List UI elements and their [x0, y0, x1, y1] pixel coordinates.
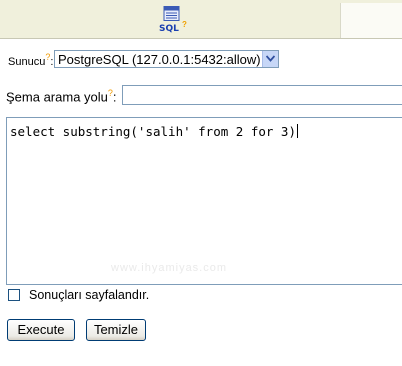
- text-caret: [296, 124, 298, 138]
- server-label: Sunucu: [8, 56, 46, 68]
- sql-query-textarea[interactable]: select substring('salih' from 2 for 3) w…: [6, 117, 402, 285]
- schema-label: Şema arama yolu: [6, 89, 108, 105]
- schema-label-colon: :: [112, 89, 117, 105]
- sql-icon: [163, 6, 181, 22]
- schema-search-path-input[interactable]: [122, 85, 402, 105]
- server-label-colon: :: [50, 56, 54, 68]
- sql-query-text: select substring('salih' from 2 for 3): [10, 124, 298, 139]
- sql-query-value: select substring('salih' from 2 for 3): [10, 124, 296, 139]
- help-icon[interactable]: ?: [182, 20, 187, 29]
- paginate-label[interactable]: Sonuçları sayfalandır.: [29, 288, 149, 302]
- clear-button[interactable]: Temizle: [86, 319, 146, 341]
- server-select-value: PostgreSQL (127.0.0.1:5432:allow): [58, 52, 261, 67]
- chevron-down-icon[interactable]: [262, 51, 278, 67]
- tab-sql-label: SQL: [159, 24, 179, 34]
- server-select[interactable]: PostgreSQL (127.0.0.1:5432:allow): [54, 50, 279, 68]
- schema-row: Şema arama yolu?:: [6, 88, 117, 104]
- top-tab-bar: SQL ?: [0, 0, 402, 39]
- tab-sql[interactable]: SQL ?: [0, 0, 340, 38]
- tab-empty[interactable]: [340, 3, 402, 38]
- execute-button[interactable]: Execute: [7, 319, 75, 341]
- server-row: Sunucu?:: [8, 52, 53, 70]
- paginate-checkbox[interactable]: [8, 289, 20, 301]
- watermark: www.ihyamiyas.com: [111, 262, 228, 274]
